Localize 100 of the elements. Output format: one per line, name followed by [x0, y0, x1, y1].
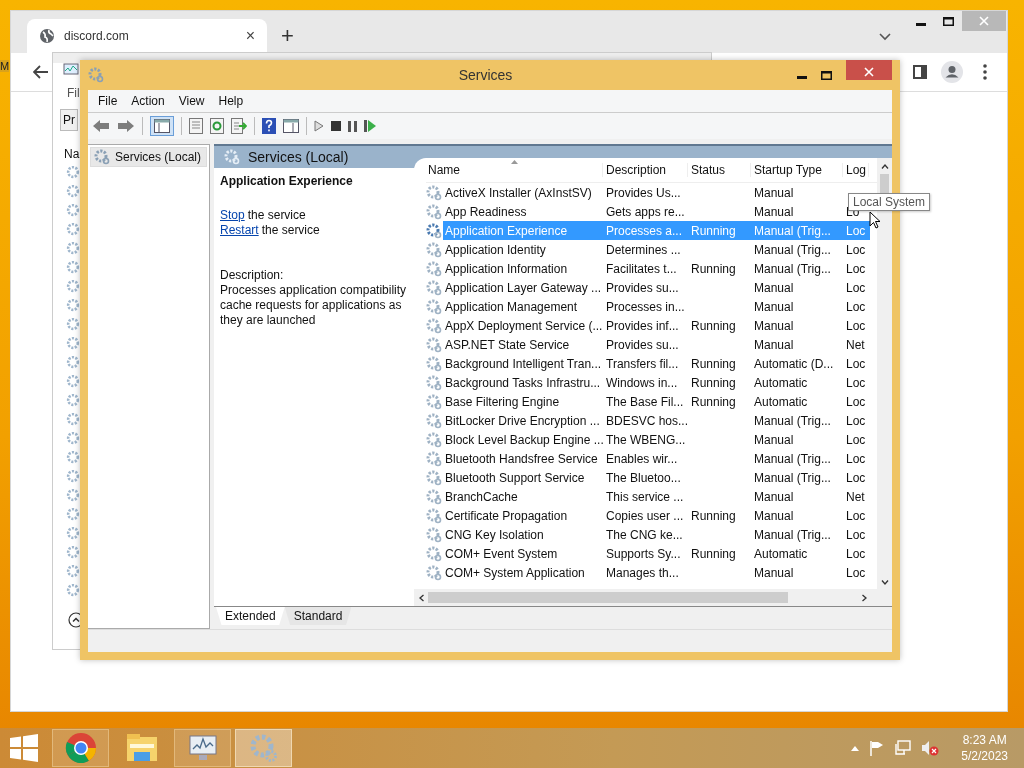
table-cell-text: Determines ...: [605, 242, 682, 257]
folder-icon: [125, 734, 158, 762]
mouse-pointer-icon: [869, 211, 881, 229]
service-row[interactable]: Application Layer Gateway ... Provides su... Manual Loc: [443, 278, 870, 297]
gear-icon: [66, 336, 80, 350]
gear-icon: [66, 260, 80, 274]
browser-logo-icon: [64, 732, 97, 764]
tree-item[interactable]: Services (Local): [90, 147, 207, 167]
gear-icon: [426, 336, 442, 353]
service-row[interactable]: Bluetooth Handsfree Service Enables wir... Manual (Trig... Loc: [443, 449, 870, 468]
scroll-left-icon[interactable]: [419, 593, 424, 602]
horizontal-scrollbar[interactable]: [414, 589, 892, 606]
gear-icon: [66, 241, 80, 255]
side-panel-icon[interactable]: [913, 65, 927, 79]
column-header[interactable]: Log: [843, 163, 869, 177]
table-cell-text: COM+ Event System: [444, 546, 559, 561]
table-cell: Running: [691, 318, 736, 333]
table-cell-text: Automatic: [753, 546, 809, 561]
service-row[interactable]: Bluetooth Support Service The Bluetoo... Manual (Trig... Loc: [443, 468, 870, 487]
properties-icon[interactable]: [189, 118, 203, 134]
service-row[interactable]: Application Identity Determines ... Manual (Trig... Loc: [443, 240, 870, 259]
forward-arrow-icon[interactable]: [117, 119, 135, 133]
table-cell: Loc: [846, 413, 866, 428]
action-link[interactable]: Restart: [220, 223, 259, 237]
maximize-icon[interactable]: [943, 17, 954, 26]
column-header[interactable]: Startup Type: [751, 163, 843, 177]
service-row[interactable]: Background Intelligent Tran... Transfers fil... Running Automatic (D... Loc: [443, 354, 870, 373]
view-tab[interactable]: Extended: [216, 607, 285, 625]
tab-close-button[interactable]: ×: [245, 27, 255, 45]
service-row[interactable]: Application Management Processes in... Manual Loc: [443, 297, 870, 316]
tab-search-icon[interactable]: [879, 33, 891, 41]
table-cell: Running: [691, 356, 736, 371]
gear-icon: [66, 393, 80, 407]
gear-icon: [66, 184, 80, 198]
table-cell: Loc: [846, 280, 866, 295]
play-icon[interactable]: [314, 120, 324, 132]
network-icon[interactable]: [895, 740, 912, 756]
service-row[interactable]: Block Level Backup Engine ... The WBENG... Manual Loc: [443, 430, 870, 449]
pause-icon[interactable]: [348, 120, 357, 132]
column-header[interactable]: Status: [688, 163, 751, 177]
browser-tab[interactable]: discord.com ×: [27, 19, 267, 53]
resume-icon[interactable]: [364, 120, 376, 132]
table-cell-text: Manual (Trig...: [753, 470, 832, 485]
help-icon[interactable]: [262, 118, 276, 134]
monitor-taskbar-button[interactable]: [174, 729, 231, 767]
minimize-icon[interactable]: [797, 75, 807, 79]
windows-logo-icon[interactable]: [10, 734, 38, 762]
scroll-down-icon[interactable]: [880, 580, 889, 585]
table-cell-text: Manual: [753, 565, 795, 580]
column-header[interactable]: Na: [64, 147, 80, 161]
menu-item[interactable]: Action: [131, 94, 165, 108]
service-row[interactable]: Application Information Facilitates t... Running Manual (Trig... Loc: [443, 259, 870, 278]
view-tab[interactable]: Standard: [284, 607, 352, 625]
table-cell-text: Provides inf...: [605, 318, 680, 333]
action-link[interactable]: Stop: [220, 208, 245, 222]
menu-item[interactable]: Fil: [67, 86, 80, 100]
gear-icon: [224, 149, 240, 165]
new-tab-button[interactable]: +: [281, 19, 294, 53]
service-row[interactable]: Background Tasks Infrastru... Windows in... Running Automatic Loc: [443, 373, 870, 392]
service-row[interactable]: BitLocker Drive Encryption ... BDESVC hos... Manual (Trig... Loc: [443, 411, 870, 430]
service-row[interactable]: COM+ System Application Manages th... Manual Loc: [443, 563, 870, 582]
table-cell-text: The Bluetoo...: [605, 470, 682, 485]
service-row[interactable]: Certificate Propagation Copies user ... Running Manual Loc: [443, 506, 870, 525]
action-pane-icon[interactable]: [283, 119, 299, 133]
table-cell-text: Copies user ...: [605, 508, 685, 523]
menu-icon[interactable]: [983, 64, 987, 80]
close-button[interactable]: [846, 60, 892, 80]
menu-item[interactable]: View: [178, 94, 205, 108]
sort-caret-icon: [511, 160, 518, 164]
menu-item[interactable]: File: [98, 94, 118, 108]
gear-icon: [66, 526, 80, 540]
table-cell-text: Processes a...: [605, 223, 684, 238]
service-row[interactable]: BranchCache This service ... Manual Net: [443, 487, 870, 506]
export-list-icon[interactable]: [231, 118, 247, 134]
table-cell: Loc: [846, 565, 866, 580]
service-row[interactable]: ASP.NET State Service Provides su... Manual Net: [443, 335, 870, 354]
service-row[interactable]: COM+ Event System Supports Sy... Running Automatic Loc: [443, 544, 870, 563]
service-row[interactable]: AppX Deployment Service (... Provides inf... Running Manual Loc: [443, 316, 870, 335]
column-header[interactable]: Description: [603, 163, 688, 177]
back-arrow-icon[interactable]: [33, 65, 49, 79]
description-text: Processes application compatibility cache requests for applications as they are launched: [220, 283, 408, 328]
gear-icon: [66, 203, 80, 217]
scroll-up-icon[interactable]: [880, 164, 889, 169]
chrome-taskbar-button[interactable]: [52, 729, 109, 767]
service-row[interactable]: CNG Key Isolation The CNG ke... Manual (Trig... Loc: [443, 525, 870, 544]
gear-icon: [66, 317, 80, 331]
scroll-thumb[interactable]: [428, 592, 788, 603]
refresh-icon[interactable]: [210, 118, 224, 134]
gear-icon: [66, 374, 80, 388]
gear-icon: [426, 545, 442, 562]
show-hidden-icons-icon[interactable]: [851, 745, 860, 751]
muted-speaker-icon[interactable]: [921, 740, 940, 756]
tab[interactable]: Pr: [60, 109, 78, 131]
tree-pane-icon[interactable]: [150, 116, 174, 136]
maximize-icon[interactable]: [821, 70, 832, 80]
profile-avatar-icon[interactable]: [941, 61, 963, 83]
gear-icon: [66, 450, 80, 464]
scroll-right-icon[interactable]: [862, 593, 867, 602]
service-row[interactable]: Base Filtering Engine The Base Fil... Running Automatic Loc: [443, 392, 870, 411]
menu-item[interactable]: Help: [218, 94, 244, 108]
